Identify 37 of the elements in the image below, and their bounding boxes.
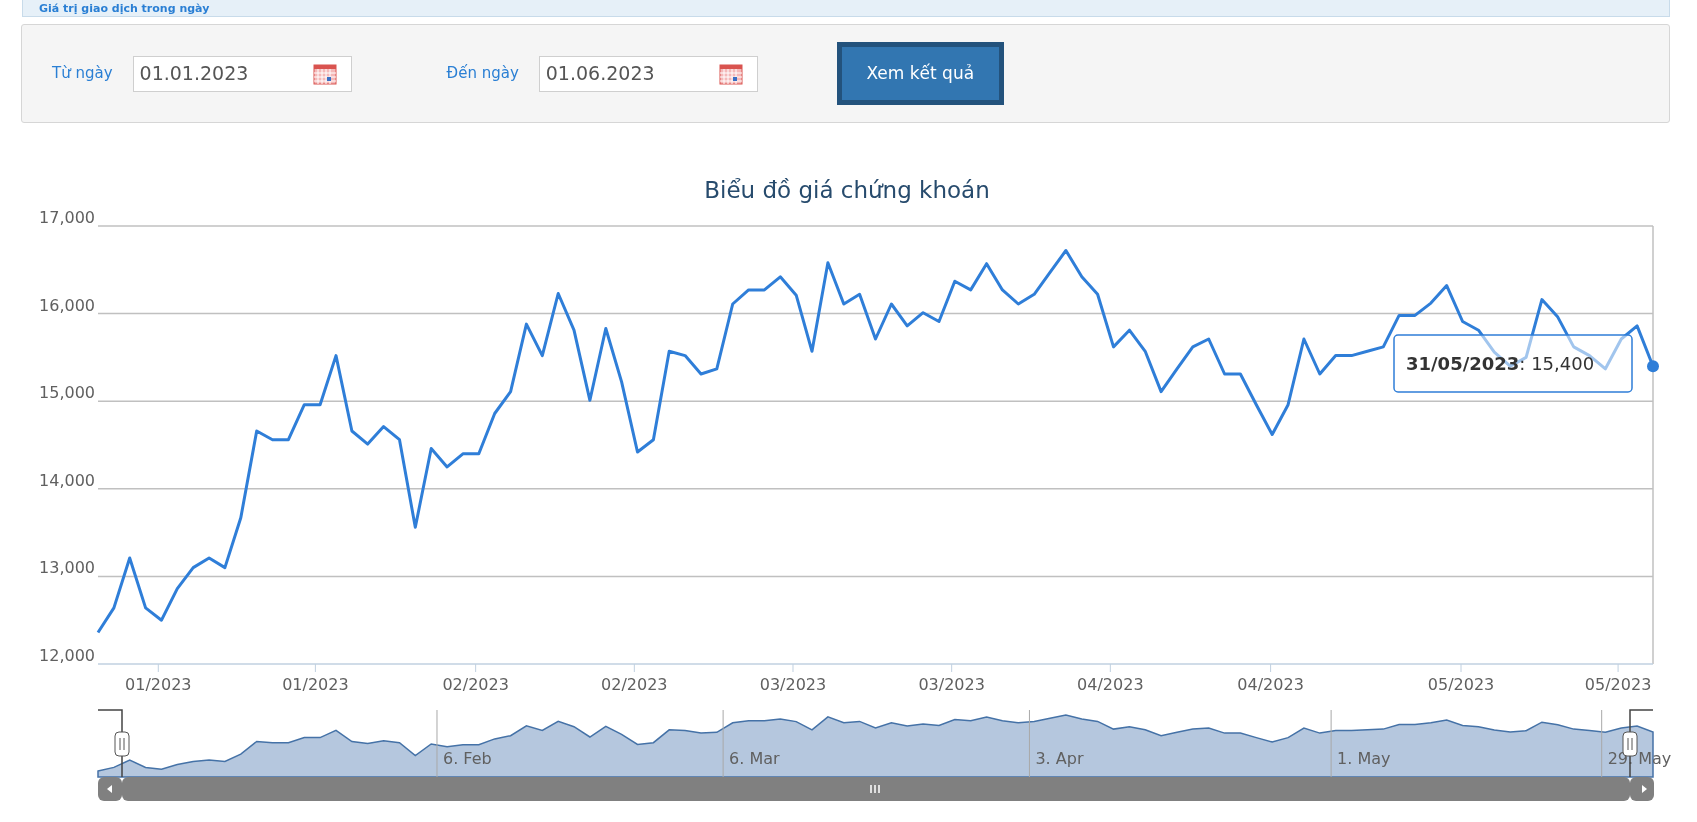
y-axis-label: 16,000 — [39, 295, 95, 315]
navigator-label: 1. May — [1337, 749, 1391, 768]
x-axis-label: 01/2023 — [282, 675, 349, 694]
calendar-icon[interactable] — [718, 62, 743, 85]
y-axis-label: 15,000 — [39, 383, 95, 403]
x-axis-label: 02/2023 — [442, 675, 509, 694]
scroll-left-button[interactable] — [98, 777, 122, 801]
y-axis-label: 12,000 — [39, 646, 95, 665]
x-axis-label: 01/2023 — [125, 675, 192, 694]
submit-button[interactable]: Xem kết quả — [836, 42, 1004, 105]
navigator-label: 6. Mar — [729, 749, 780, 768]
x-axis-label: 05/2023 — [1427, 675, 1495, 694]
section-title: Giá trị giao dịch trong ngày — [39, 2, 210, 14]
y-axis-label: 17,000 — [39, 208, 95, 227]
field-label: Đến ngày — [446, 63, 519, 85]
grip-icon[interactable] — [870, 784, 880, 794]
y-axis-label: 14,000 — [39, 470, 95, 490]
x-axis-label: 03/2023 — [759, 675, 827, 694]
x-axis-label: 05/2023 — [1584, 675, 1652, 694]
scroll-right-button[interactable] — [1630, 777, 1654, 801]
calendar-icon[interactable] — [312, 62, 337, 85]
to-date-field[interactable]: 01.06.2023 — [538, 55, 758, 92]
y-axis-label: 13,000 — [39, 558, 95, 578]
scrollbar-thumb[interactable] — [122, 777, 1630, 801]
hover-marker — [1647, 360, 1659, 373]
x-axis-label: 02/2023 — [601, 675, 668, 694]
x-axis-label: 04/2023 — [1237, 675, 1304, 694]
navigator-label: 3. Apr — [1035, 749, 1084, 768]
x-axis-label: 03/2023 — [918, 675, 985, 694]
chart-tooltip: 31/05/2023: 15,400 — [1393, 334, 1633, 393]
x-axis-label: 04/2023 — [1077, 675, 1144, 694]
from-date-field[interactable]: 01.01.2023 — [132, 55, 352, 92]
navigator-label: 6. Feb — [443, 749, 492, 768]
field-label: Từ ngày — [52, 63, 113, 85]
chart-title: Biểu đồ giá chứng khoán — [704, 177, 990, 203]
navigator-left-handle[interactable] — [97, 709, 123, 778]
range-handle[interactable] — [114, 731, 130, 757]
